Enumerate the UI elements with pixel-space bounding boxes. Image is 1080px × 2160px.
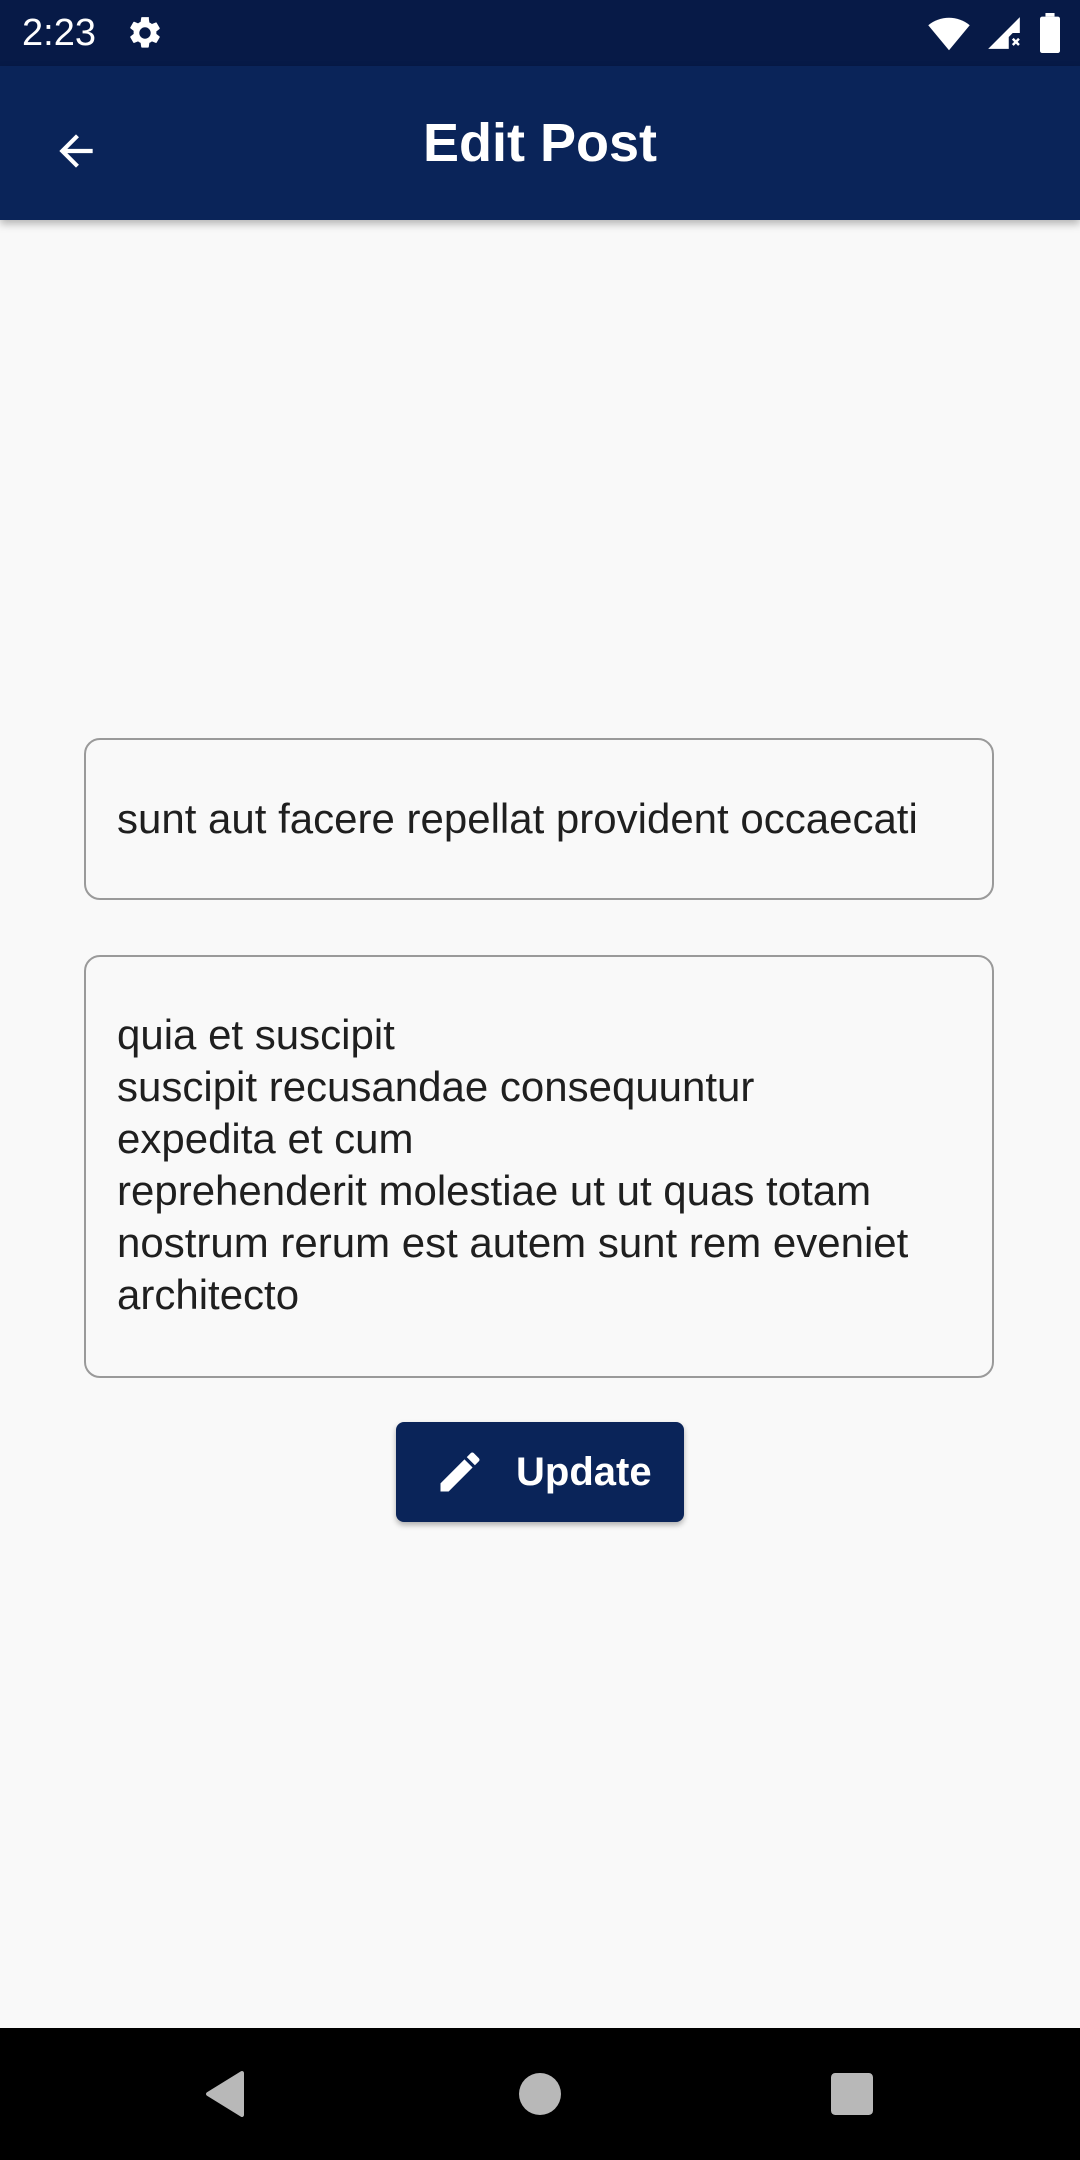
nav-back-button[interactable]: [186, 2054, 266, 2134]
page-title: Edit Post: [422, 113, 657, 173]
update-button[interactable]: Update: [396, 1422, 684, 1522]
status-bar: 2:23: [0, 0, 1080, 66]
nav-back-icon: [205, 2070, 245, 2118]
pencil-edit-icon: [440, 1452, 480, 1492]
app-bar: Edit Post: [0, 66, 1080, 220]
update-button-label: Update: [516, 1450, 652, 1494]
nav-recents-button[interactable]: [812, 2054, 892, 2134]
screen: 2:23 Edit Post sunt aut facere repellat …: [0, 0, 1080, 2160]
system-nav-bar: [0, 2028, 1080, 2160]
post-title-value: sunt aut facere repellat provident occae…: [117, 795, 918, 842]
wifi-icon: [928, 17, 970, 51]
post-title-field[interactable]: sunt aut facere repellat provident occae…: [84, 738, 994, 900]
status-icons: [928, 12, 1062, 54]
status-time: 2:23: [22, 12, 96, 54]
nav-recents-icon: [831, 2073, 873, 2115]
nav-home-button[interactable]: [500, 2054, 580, 2134]
settings-gear-icon: [130, 17, 160, 48]
battery-icon: [1040, 13, 1060, 53]
nav-home-icon: [519, 2073, 561, 2115]
cell-signal-icon: [988, 17, 1020, 49]
post-body-value: quia et suscipit suscipit recusandae con…: [117, 1011, 909, 1318]
post-body-field[interactable]: quia et suscipit suscipit recusandae con…: [84, 955, 994, 1378]
